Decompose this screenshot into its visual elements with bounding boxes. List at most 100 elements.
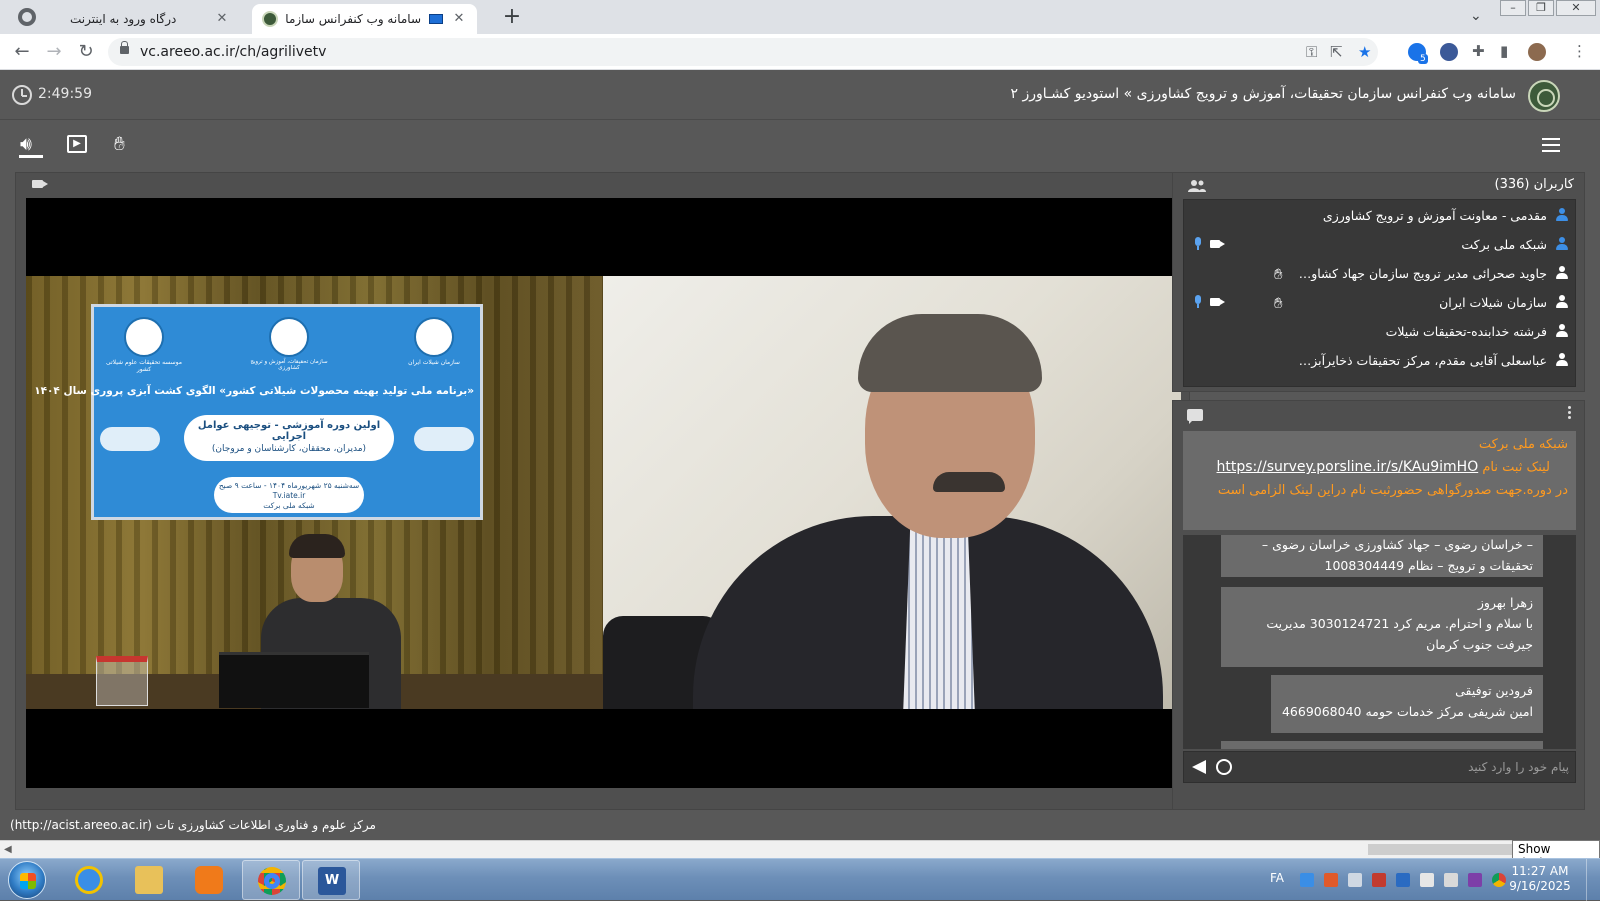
- word-button[interactable]: W: [302, 860, 360, 900]
- chat-message: – خراسان رضوی – جهاد کشاورزی خراسان رضوی…: [1221, 535, 1543, 577]
- user-row[interactable]: مقدمی - معاونت آموزش و ترویج کشاورزی: [1184, 202, 1577, 231]
- chat-messages[interactable]: – خراسان رضوی – جهاد کشاورزی خراسان رضوی…: [1183, 535, 1576, 749]
- horizontal-scrollbar[interactable]: ◀: [0, 840, 1600, 858]
- user-row[interactable]: سازمان شیلات ایران ✋︎: [1184, 289, 1577, 318]
- restore-button[interactable]: ❐: [1528, 0, 1554, 16]
- close-window-button[interactable]: ✕: [1556, 0, 1596, 16]
- more-vertical-icon[interactable]: ⋮: [1572, 42, 1587, 60]
- guest-mustache: [933, 472, 1005, 492]
- globe-icon[interactable]: [18, 8, 36, 26]
- send-icon[interactable]: [1192, 760, 1206, 774]
- chrome-button[interactable]: [242, 860, 300, 900]
- camera-icon: [1210, 240, 1225, 248]
- more-vertical-icon[interactable]: [1568, 406, 1572, 420]
- flag-tray-icon[interactable]: [1372, 873, 1386, 887]
- menu-icon[interactable]: [1542, 138, 1560, 152]
- banner-program-title: «برنامه ملی تولید بهینه محصولات شیلاتی ک…: [34, 385, 474, 397]
- star-icon[interactable]: ★: [1358, 43, 1371, 61]
- media-player-icon: [195, 866, 223, 894]
- extension-badge: 5: [1418, 54, 1428, 64]
- clock-date: 9/16/2025: [1509, 879, 1571, 893]
- user-name: شبکه ملی برکت: [1461, 237, 1547, 252]
- vpn-tray-icon[interactable]: [1396, 873, 1410, 887]
- notification-tray-icon[interactable]: [1324, 873, 1338, 887]
- raised-hand-icon: ✋︎: [1274, 294, 1283, 312]
- close-icon[interactable]: ✕: [214, 11, 230, 27]
- display-tray-icon[interactable]: [1420, 873, 1434, 887]
- key-icon[interactable]: ⚿: [1306, 43, 1317, 61]
- raise-hand-icon[interactable]: ✋︎: [114, 133, 125, 155]
- speaker-icon[interactable]: 🔊︎: [20, 133, 32, 155]
- chrome-tray-icon[interactable]: [1492, 873, 1506, 887]
- chat-input[interactable]: [1249, 757, 1569, 777]
- organization-logo: [1528, 80, 1560, 112]
- screen-share-icon: [429, 14, 443, 24]
- close-icon[interactable]: ✕: [451, 11, 467, 27]
- user-row[interactable]: فرشته خدابنده-تحقیقات شیلات: [1184, 318, 1577, 347]
- side-panel-icon[interactable]: ▮: [1500, 42, 1508, 60]
- user-icon: [1555, 353, 1569, 367]
- forward-arrow-icon[interactable]: →: [42, 40, 66, 64]
- video-stream[interactable]: موسسه تحقیقات علوم شیلاتی کشور سازمان تح…: [26, 198, 1181, 788]
- new-tab-button[interactable]: +: [500, 6, 524, 30]
- guest-hair: [858, 314, 1042, 392]
- user-row[interactable]: شبکه ملی برکت: [1184, 231, 1577, 260]
- link-tray-icon[interactable]: [1348, 873, 1362, 887]
- user-icon: [1555, 295, 1569, 309]
- tab-title: درگاه ورود به اینترنت: [70, 12, 177, 26]
- file-explorer-button[interactable]: [120, 860, 178, 900]
- start-button[interactable]: [8, 861, 46, 899]
- user-row[interactable]: عباسعلی آقایی مقدم، مرکز تحقیقات ذخایرآب…: [1184, 347, 1577, 376]
- logo-caption: سازمان تحقیقات، آموزش و ترویج کشاورزی: [250, 359, 328, 371]
- message-sender: فرودین توفیقی: [1455, 683, 1533, 698]
- scroll-left-icon[interactable]: ◀: [4, 844, 12, 855]
- user-icon: [1555, 266, 1569, 280]
- broadcast-network: شبکه ملی برکت: [263, 501, 315, 510]
- user-icon: [1555, 324, 1569, 338]
- footer-credit: مرکز علوم و فناوری اطلاعات کشاورزی تات (…: [10, 818, 376, 832]
- back-arrow-icon[interactable]: ←: [10, 40, 34, 64]
- chat-message: زهرا بهروز با سلام و احترام. مریم کرد 30…: [1221, 587, 1543, 667]
- microphone-icon: [1194, 237, 1202, 251]
- share-icon[interactable]: ⇱: [1330, 43, 1343, 61]
- volume-tray-icon[interactable]: [1444, 873, 1458, 887]
- profile-avatar[interactable]: [1528, 43, 1546, 61]
- emoji-icon[interactable]: [1216, 759, 1232, 775]
- browser-toolbar: ← → ↻ vc.areeo.ac.ir/ch/agrilivetv ⚿ ⇱ ★…: [0, 34, 1600, 70]
- tab-title: سامانه وب کنفرانس سازمان تحقیقات،: [286, 12, 421, 26]
- taskbar: W FA 11:27 AM 9/16/2025: [0, 858, 1600, 901]
- tab-web-conference[interactable]: سامانه وب کنفرانس سازمان تحقیقات، ✕: [252, 4, 477, 34]
- chat-icon: [1187, 409, 1203, 424]
- address-bar[interactable]: vc.areeo.ac.ir/ch/agrilivetv ⚿ ⇱ ★: [108, 38, 1378, 66]
- users-list[interactable]: مقدمی - معاونت آموزش و ترویج کشاورزی شبکه…: [1183, 199, 1576, 387]
- reload-icon[interactable]: ↻: [74, 40, 98, 64]
- ornament: [414, 427, 474, 451]
- play-video-icon[interactable]: ▶: [67, 135, 87, 153]
- app-tray-icon[interactable]: [1468, 873, 1482, 887]
- language-indicator[interactable]: FA: [1270, 871, 1284, 885]
- show-desktop-button[interactable]: [1586, 859, 1600, 901]
- vpn-extension-icon[interactable]: [1440, 43, 1458, 61]
- system-clock[interactable]: 11:27 AM 9/16/2025: [1505, 864, 1575, 894]
- chevron-down-icon[interactable]: ⌄: [1470, 8, 1482, 24]
- tab-internet-login[interactable]: درگاه ورود به اینترنت ✕: [60, 4, 240, 34]
- lock-icon[interactable]: [120, 41, 129, 54]
- minimize-button[interactable]: –: [1500, 0, 1526, 16]
- broadcast-date: سه‌شنبه ۲۵ شهریورماه ۱۴۰۴ - ساعت ۹ صبح: [218, 481, 360, 490]
- broadcast-url: Tv.iate.ir: [272, 491, 306, 500]
- internet-explorer-button[interactable]: [60, 860, 118, 900]
- pinned-sender: شبکه ملی برکت: [1478, 437, 1568, 452]
- users-count-title: کاربران (336): [1494, 177, 1575, 192]
- user-row[interactable]: جاوید صحرائی مدیر ترویج سازمان جهاد کشاو…: [1184, 260, 1577, 289]
- ornament: [100, 427, 160, 451]
- survey-link[interactable]: https://survey.porsline.ir/s/KAu9imHO: [1217, 455, 1479, 479]
- message-sender: زهرا بهروز: [1477, 595, 1533, 610]
- puzzle-icon[interactable]: ✚: [1472, 42, 1485, 60]
- media-player-button[interactable]: [180, 860, 238, 900]
- microphone-icon: [1194, 295, 1202, 309]
- url-text[interactable]: vc.areeo.ac.ir/ch/agrilivetv: [140, 44, 326, 60]
- user-name: فرشته خدابنده-تحقیقات شیلات: [1385, 324, 1547, 339]
- network-tray-icon[interactable]: [1300, 873, 1314, 887]
- chat-message: فرودین توفیقی امین شریفی مرکز خدمات حومه…: [1271, 675, 1543, 733]
- message-text: با سلام و احترام. مریم کرد 3030124721 مد…: [1266, 616, 1533, 652]
